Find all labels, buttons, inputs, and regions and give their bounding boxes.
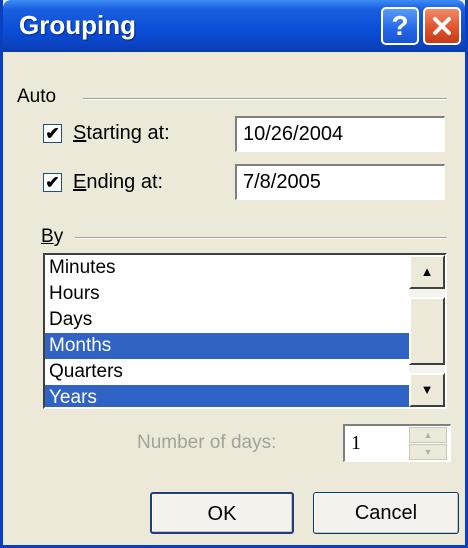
auto-group-divider (83, 98, 447, 100)
ending-at-checkbox[interactable]: ✔ (43, 173, 62, 192)
starting-at-accel: S (73, 122, 87, 144)
ending-at-label[interactable]: Ending at: (73, 171, 163, 194)
scroll-down-button[interactable]: ▼ (409, 373, 445, 407)
ending-at-label-rest: nding at: (86, 171, 164, 193)
grouping-dialog: Grouping ? Auto ✔ Starting at: 10/26/200… (0, 0, 468, 548)
list-item[interactable]: Days (45, 307, 409, 333)
list-item[interactable]: Quarters (45, 359, 409, 385)
number-of-days-spinner[interactable]: 1 ▲ ▼ (343, 424, 451, 462)
number-of-days-label: Number of days: (137, 432, 277, 453)
close-button[interactable] (423, 7, 461, 45)
arrow-up-icon: ▲ (423, 430, 433, 440)
check-mark-icon: ✔ (45, 173, 60, 192)
scroll-thumb[interactable] (409, 297, 445, 365)
dialog-title: Grouping (19, 10, 136, 40)
starting-at-input[interactable]: 10/26/2004 (235, 116, 445, 152)
by-accel: B (41, 226, 54, 247)
by-group-divider (75, 237, 447, 239)
close-icon (433, 17, 451, 35)
starting-at-label[interactable]: Starting at: (73, 122, 170, 145)
number-of-days-value[interactable]: 1 (351, 432, 361, 455)
days-down-button[interactable]: ▼ (409, 444, 447, 460)
arrow-down-icon: ▼ (420, 382, 434, 397)
ending-at-accel: E (73, 171, 87, 193)
title-bar[interactable]: Grouping ? (3, 0, 465, 52)
arrow-up-icon: ▲ (420, 264, 434, 279)
ending-at-input[interactable]: 7/8/2005 (235, 164, 445, 200)
starting-at-label-rest: tarting at: (86, 122, 170, 144)
help-button[interactable]: ? (381, 7, 419, 45)
list-item[interactable]: Minutes (45, 255, 409, 281)
by-label-rest: y (53, 226, 64, 247)
starting-at-checkbox[interactable]: ✔ (43, 124, 62, 143)
scroll-up-button[interactable]: ▲ (409, 255, 445, 289)
arrow-down-icon: ▼ (423, 447, 433, 457)
list-item[interactable]: Hours (45, 281, 409, 307)
by-group-label: By (41, 226, 70, 248)
help-icon: ? (391, 10, 409, 41)
by-list-items: Minutes Hours Days Months Quarters Years (45, 255, 409, 407)
by-listbox[interactable]: Minutes Hours Days Months Quarters Years ▲ ▼ (43, 253, 447, 409)
ok-button[interactable]: OK (150, 492, 294, 534)
cancel-button[interactable]: Cancel (313, 492, 459, 534)
days-up-button[interactable]: ▲ (409, 427, 447, 443)
listbox-scrollbar[interactable]: ▲ ▼ (409, 255, 445, 407)
list-item[interactable]: Months (45, 333, 409, 359)
check-mark-icon: ✔ (45, 124, 60, 143)
list-item[interactable]: Years (45, 385, 409, 407)
auto-group-label: Auto (17, 86, 63, 108)
